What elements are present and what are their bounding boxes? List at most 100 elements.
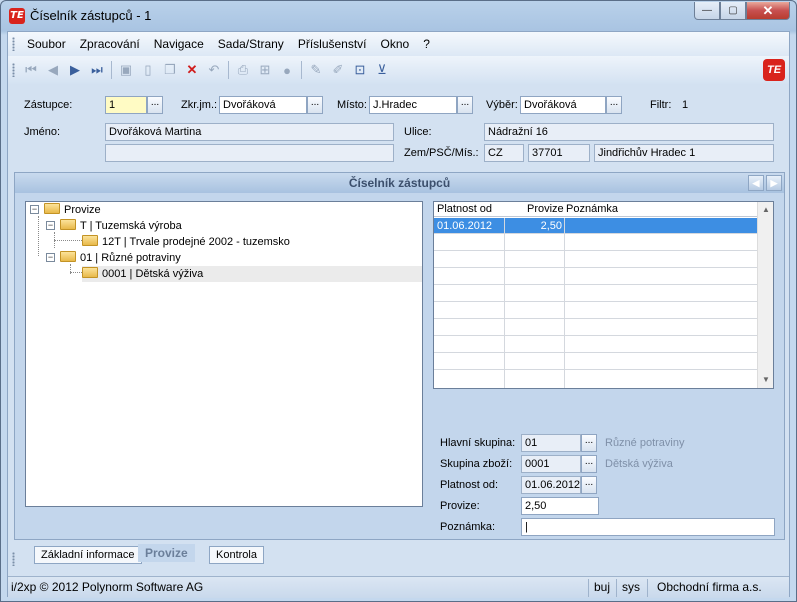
- skupina-zbozi-lookup-button[interactable]: ...: [581, 455, 597, 473]
- table-row[interactable]: [434, 269, 757, 285]
- hlavni-skupina-input[interactable]: 01: [521, 434, 581, 452]
- close-button[interactable]: ✕: [746, 2, 790, 20]
- tree-line: [70, 272, 82, 273]
- stop-icon[interactable]: ●: [276, 59, 298, 81]
- mesto-field[interactable]: Jindřichův Hradec 1: [594, 144, 774, 162]
- menu-okno[interactable]: Okno: [374, 37, 417, 51]
- tab-kontrola[interactable]: Kontrola: [209, 546, 264, 564]
- table-row[interactable]: [434, 235, 757, 251]
- scroll-down-icon[interactable]: ▼: [758, 372, 773, 388]
- misto-lookup-button[interactable]: ...: [457, 96, 473, 114]
- col-poznamka[interactable]: Poznámka: [566, 202, 618, 217]
- previous-record-icon[interactable]: ◀: [42, 59, 64, 81]
- edit-disabled-icon[interactable]: ✐: [327, 59, 349, 81]
- zkrjm-input[interactable]: Dvořáková: [219, 96, 307, 114]
- provize-input[interactable]: 2,50: [521, 497, 599, 515]
- tree-node-tuzemska[interactable]: − T | Tuzemská výroba: [46, 218, 182, 234]
- status-divider: [647, 579, 648, 597]
- menu-soubor[interactable]: Soubor: [20, 37, 73, 51]
- menu-grip-icon[interactable]: [12, 37, 15, 51]
- table-row[interactable]: [434, 337, 757, 353]
- menu-sada-strany[interactable]: Sada/Strany: [211, 37, 291, 51]
- table-row[interactable]: [434, 286, 757, 302]
- menu-navigace[interactable]: Navigace: [147, 37, 211, 51]
- tree-node-provize[interactable]: − Provize: [30, 202, 101, 218]
- tree-node-detska[interactable]: 0001 | Dětská výživa: [82, 266, 422, 282]
- folder-icon: [60, 251, 76, 262]
- menu-zpracovani[interactable]: Zpracování: [73, 37, 147, 51]
- menu-help[interactable]: ?: [416, 37, 437, 51]
- platnost-od-input[interactable]: 01.06.2012: [521, 476, 581, 494]
- first-record-icon[interactable]: ⏮: [20, 59, 42, 81]
- new-document-icon[interactable]: ▯: [137, 59, 159, 81]
- provize-tree[interactable]: − Provize − T | Tuzemská výroba 12T | Tr…: [25, 201, 423, 507]
- ulice-field[interactable]: Nádražní 16: [484, 123, 774, 141]
- tree-view-icon[interactable]: ⊞: [254, 59, 276, 81]
- collapse-icon[interactable]: −: [30, 205, 39, 214]
- skupina-zbozi-input[interactable]: 0001: [521, 455, 581, 473]
- copy-icon[interactable]: ❐: [159, 59, 181, 81]
- zem-psc-label: Zem/PSČ/Mís.:: [404, 147, 479, 159]
- tree-node-label: 0001 | Dětská výživa: [102, 268, 204, 280]
- vyber-input[interactable]: Dvořáková: [520, 96, 606, 114]
- zkrjm-lookup-button[interactable]: ...: [307, 96, 323, 114]
- grid-scrollbar[interactable]: ▲ ▼: [757, 202, 773, 388]
- table-row[interactable]: [434, 252, 757, 268]
- minimize-button[interactable]: —: [694, 2, 720, 20]
- col-platnost[interactable]: Platnost od: [437, 202, 492, 217]
- hlavni-skupina-lookup-button[interactable]: ...: [581, 434, 597, 452]
- save-icon[interactable]: ▣: [115, 59, 137, 81]
- collapse-icon[interactable]: −: [46, 253, 55, 262]
- zastupce-lookup-button[interactable]: ...: [147, 96, 163, 114]
- toolbar-grip-icon[interactable]: [12, 63, 15, 77]
- status-grip-icon[interactable]: [12, 552, 15, 566]
- panel-next-icon[interactable]: ▶: [766, 175, 782, 191]
- provize-grid[interactable]: Platnost od Provize Poznámka 01.06.2012 …: [433, 201, 774, 389]
- filter-icon[interactable]: ⊻: [371, 59, 393, 81]
- jmeno2-field[interactable]: [105, 144, 394, 162]
- title-bar[interactable]: TE Číselník zástupců - 1 — ▢ ✕: [1, 1, 796, 31]
- zastupce-input[interactable]: 1: [105, 96, 147, 114]
- toolbar-separator: [111, 61, 112, 79]
- menu-prislusenstvi[interactable]: Příslušenství: [291, 37, 374, 51]
- edit-icon[interactable]: ✎: [305, 59, 327, 81]
- hlavni-skupina-label: Hlavní skupina:: [440, 437, 516, 449]
- toolbar-separator: [228, 61, 229, 79]
- platnost-od-calendar-button[interactable]: ...: [581, 476, 597, 494]
- scroll-up-icon[interactable]: ▲: [758, 202, 773, 218]
- status-company: Obchodní firma a.s.: [657, 580, 762, 594]
- collapse-icon[interactable]: −: [46, 221, 55, 230]
- print-icon[interactable]: ⎙: [232, 59, 254, 81]
- misto-input[interactable]: J.Hradec: [369, 96, 457, 114]
- delete-icon[interactable]: ✕: [181, 59, 203, 81]
- tree-node-trvale[interactable]: 12T | Trvale prodejné 2002 - tuzemsko: [82, 234, 290, 250]
- undo-icon[interactable]: ↶: [203, 59, 225, 81]
- table-row[interactable]: [434, 320, 757, 336]
- table-row[interactable]: [434, 354, 757, 370]
- col-provize[interactable]: Provize: [527, 202, 564, 217]
- status-bar: i/2xp © 2012 Polynorm Software AG buj sy…: [8, 576, 789, 598]
- next-record-icon[interactable]: ▶: [64, 59, 86, 81]
- cell-platnost[interactable]: 01.06.2012: [437, 218, 492, 234]
- zem-field[interactable]: CZ: [484, 144, 524, 162]
- last-record-icon[interactable]: ⏭: [86, 59, 108, 81]
- tree-node-ruzne[interactable]: − 01 | Různé potraviny: [46, 250, 181, 266]
- hlavni-skupina-desc: Různé potraviny: [605, 437, 685, 449]
- maximize-button[interactable]: ▢: [720, 2, 746, 20]
- psc-field[interactable]: 37701: [528, 144, 590, 162]
- panel-prev-icon[interactable]: ◀: [748, 175, 764, 191]
- zkrjm-label: Zkr.jm.:: [181, 99, 218, 111]
- tab-strip: Základní informace Provize Kontrola: [14, 544, 785, 564]
- table-row[interactable]: [434, 303, 757, 319]
- cell-provize[interactable]: 2,50: [510, 218, 562, 234]
- app-logo-icon[interactable]: TE: [9, 8, 25, 24]
- export-icon[interactable]: ⊡: [349, 59, 371, 81]
- tab-provize[interactable]: Provize: [138, 544, 195, 562]
- poznamka-input[interactable]: |: [521, 518, 775, 536]
- client-area: Soubor Zpracování Navigace Sada/Strany P…: [7, 31, 790, 598]
- folder-icon: [44, 203, 60, 214]
- jmeno-field[interactable]: Dvořáková Martina: [105, 123, 394, 141]
- vyber-lookup-button[interactable]: ...: [606, 96, 622, 114]
- tab-zakladni-informace[interactable]: Základní informace: [34, 546, 142, 564]
- table-row[interactable]: 01.06.2012 2,50: [434, 218, 757, 234]
